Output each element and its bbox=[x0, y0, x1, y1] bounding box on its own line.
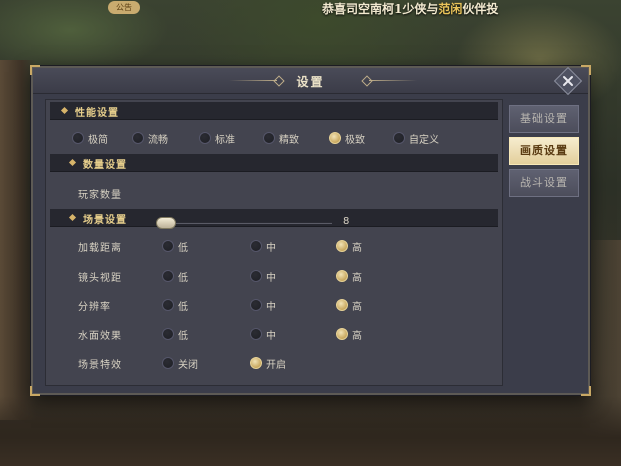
radio-indicator bbox=[250, 328, 262, 340]
radio-indicator bbox=[162, 299, 174, 311]
player-count-slider-handle[interactable] bbox=[156, 217, 176, 229]
diamond-icon bbox=[60, 106, 69, 115]
scenery-floor bbox=[0, 396, 621, 466]
radio-label: 开启 bbox=[266, 360, 286, 371]
tab-basic-settings[interactable]: 基础设置 bbox=[509, 105, 579, 133]
radio-indicator bbox=[250, 357, 262, 369]
announcement-text-after: 伙伴投 bbox=[462, 2, 499, 16]
section-title-quantity: 数量设置 bbox=[83, 160, 127, 171]
player-count-slider-track[interactable] bbox=[158, 222, 332, 224]
player-count-label: 玩家数量 bbox=[78, 190, 122, 201]
radio-label: 极简 bbox=[88, 135, 108, 146]
announcement-badge[interactable]: 公告 bbox=[108, 1, 140, 14]
radio-label: 中 bbox=[266, 243, 276, 254]
radio-label: 精致 bbox=[279, 135, 299, 146]
radio-indicator bbox=[250, 299, 262, 311]
radio-indicator bbox=[263, 132, 275, 144]
close-icon bbox=[563, 76, 573, 86]
radio-label: 低 bbox=[178, 243, 188, 254]
dialog-titlebar: 设置 bbox=[33, 66, 588, 96]
radio-label: 低 bbox=[178, 331, 188, 342]
frame-corner bbox=[30, 386, 40, 396]
section-title-performance: 性能设置 bbox=[75, 108, 119, 119]
scene-row-label: 水面效果 bbox=[78, 331, 122, 342]
radio-indicator bbox=[393, 132, 405, 144]
announcement-text: 恭喜司空南柯1少侠与范闲伙伴投 bbox=[322, 0, 498, 17]
radio-indicator bbox=[162, 357, 174, 369]
radio-indicator bbox=[162, 240, 174, 252]
settings-content-panel: 性能设置 极简 流畅 标准 精致 极致 自定义 数量设置 玩家数量 场景设置 加… bbox=[45, 99, 503, 386]
radio-label: 中 bbox=[266, 302, 276, 313]
radio-indicator bbox=[336, 299, 348, 311]
close-button[interactable] bbox=[553, 66, 583, 96]
diamond-icon bbox=[68, 158, 77, 167]
frame-corner bbox=[581, 386, 591, 396]
section-header-scene: 场景设置 bbox=[50, 209, 498, 227]
tab-graphics-settings[interactable]: 画质设置 bbox=[509, 137, 579, 165]
radio-label: 自定义 bbox=[409, 135, 439, 146]
radio-label: 中 bbox=[266, 331, 276, 342]
player-count-value: 8 bbox=[343, 216, 350, 227]
radio-indicator bbox=[132, 132, 144, 144]
radio-indicator bbox=[329, 132, 341, 144]
tab-combat-settings[interactable]: 战斗设置 bbox=[509, 169, 579, 197]
scene-row-label: 加载距离 bbox=[78, 243, 122, 254]
scene-row-label: 场景特效 bbox=[78, 360, 122, 371]
section-header-performance: 性能设置 bbox=[50, 102, 498, 120]
radio-label: 高 bbox=[352, 273, 362, 284]
radio-label: 标准 bbox=[215, 135, 235, 146]
scene-row-label: 分辨率 bbox=[78, 302, 111, 313]
radio-indicator bbox=[72, 132, 84, 144]
title-ornament-right bbox=[369, 80, 417, 81]
announcement-text-before: 恭喜司空南柯1少侠与 bbox=[322, 2, 439, 16]
radio-indicator bbox=[250, 240, 262, 252]
radio-label: 高 bbox=[352, 302, 362, 313]
radio-label: 极致 bbox=[345, 135, 365, 146]
radio-label: 低 bbox=[178, 302, 188, 313]
diamond-icon bbox=[68, 213, 77, 222]
dialog-title: 设置 bbox=[296, 75, 325, 89]
section-header-quantity: 数量设置 bbox=[50, 154, 498, 172]
scene-row-label: 镜头视距 bbox=[78, 273, 122, 284]
radio-label: 中 bbox=[266, 273, 276, 284]
settings-dialog: 设置 性能设置 极简 流畅 标准 精致 极致 自定义 数量设置 玩家数量 场景设… bbox=[30, 65, 591, 396]
announcement-highlight-name: 范闲 bbox=[438, 2, 463, 16]
radio-indicator bbox=[336, 240, 348, 252]
radio-label: 流畅 bbox=[148, 135, 168, 146]
radio-label: 高 bbox=[352, 331, 362, 342]
radio-indicator bbox=[162, 270, 174, 282]
radio-label: 高 bbox=[352, 243, 362, 254]
radio-label: 关闭 bbox=[178, 360, 198, 371]
radio-indicator bbox=[250, 270, 262, 282]
radio-indicator bbox=[199, 132, 211, 144]
radio-indicator bbox=[336, 270, 348, 282]
radio-indicator bbox=[336, 328, 348, 340]
radio-indicator bbox=[162, 328, 174, 340]
radio-label: 低 bbox=[178, 273, 188, 284]
section-title-scene: 场景设置 bbox=[83, 215, 127, 226]
